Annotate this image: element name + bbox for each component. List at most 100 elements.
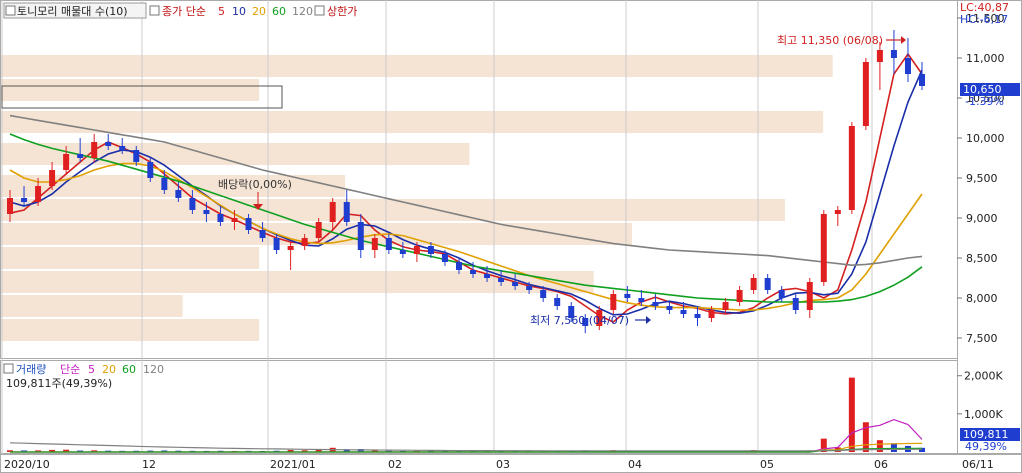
price-tick-label: 9,000 bbox=[966, 212, 998, 225]
candle bbox=[133, 150, 140, 162]
dividend-label: 배당락(0,00%) bbox=[218, 178, 292, 191]
candle bbox=[610, 294, 617, 310]
candle bbox=[385, 238, 392, 250]
candle bbox=[315, 222, 322, 238]
volume-bar bbox=[890, 443, 897, 452]
volume-profile-band bbox=[1, 55, 833, 77]
price-tick-label: 11,000 bbox=[966, 52, 1005, 65]
date-tick-label: 04 bbox=[628, 458, 642, 471]
price-axis-panel bbox=[957, 0, 1022, 454]
candle bbox=[175, 190, 182, 198]
candle bbox=[512, 282, 519, 286]
candle bbox=[287, 246, 294, 250]
candle bbox=[273, 238, 280, 250]
candle bbox=[862, 62, 869, 126]
volume-legend-ma-20: 20 bbox=[102, 363, 116, 376]
price-tick-label: 10,000 bbox=[966, 132, 1005, 145]
checkbox-icon[interactable] bbox=[149, 5, 160, 16]
hc-label: HC:-6,17 bbox=[960, 13, 1008, 26]
volume-bar bbox=[848, 377, 855, 452]
candle bbox=[413, 246, 420, 254]
volume-bar bbox=[876, 440, 883, 452]
checkbox-icon[interactable] bbox=[3, 363, 14, 374]
volume-profile-band bbox=[1, 111, 824, 133]
candle bbox=[624, 294, 631, 298]
candle bbox=[652, 302, 659, 306]
date-tick-label: 02 bbox=[388, 458, 402, 471]
volume-profile-band bbox=[1, 247, 260, 269]
volume-profile-band bbox=[1, 199, 785, 221]
candle bbox=[259, 230, 266, 238]
low-label: 최저 7,560 (04/07) bbox=[530, 314, 629, 327]
volume-current: 109,811주(49,39%) bbox=[6, 377, 112, 390]
candle bbox=[498, 278, 505, 282]
candle bbox=[638, 298, 645, 302]
candle bbox=[764, 278, 771, 290]
legend-close-label: 종가 단순 bbox=[162, 5, 206, 18]
candle bbox=[161, 178, 168, 190]
candle bbox=[147, 162, 154, 178]
candle bbox=[890, 50, 897, 58]
candle bbox=[357, 222, 364, 250]
legend-ma-20: 20 bbox=[252, 5, 266, 18]
candle bbox=[904, 58, 911, 74]
candle bbox=[680, 310, 687, 314]
candle bbox=[919, 74, 925, 86]
candle bbox=[708, 310, 715, 318]
candle bbox=[778, 290, 785, 298]
legend-ma-5: 5 bbox=[218, 5, 225, 18]
candle bbox=[343, 202, 350, 222]
candle bbox=[77, 154, 84, 158]
high-label: 최고 11,350 (06/08) bbox=[777, 34, 883, 47]
candle bbox=[834, 210, 841, 214]
checkbox-icon[interactable] bbox=[5, 5, 16, 16]
legend-indicator-name: 토니모리 매물대 수(10) bbox=[17, 5, 128, 18]
candle bbox=[792, 298, 799, 310]
legend-ma-10: 10 bbox=[232, 5, 246, 18]
candle bbox=[736, 290, 743, 302]
date-tick-label: 12 bbox=[142, 458, 156, 471]
candle bbox=[105, 142, 112, 146]
candle bbox=[371, 238, 378, 250]
candle bbox=[245, 218, 252, 230]
date-tick-label: 03 bbox=[496, 458, 510, 471]
candle bbox=[470, 270, 477, 274]
candle bbox=[722, 302, 729, 310]
candle bbox=[441, 254, 448, 262]
candle bbox=[806, 282, 813, 310]
candle bbox=[91, 142, 98, 158]
candle bbox=[329, 202, 336, 222]
date-tick-label: 06 bbox=[874, 458, 888, 471]
candle bbox=[427, 246, 434, 254]
candle bbox=[455, 262, 462, 270]
candle bbox=[399, 250, 406, 254]
volume-profile-band bbox=[1, 319, 260, 341]
date-tick-label: 06/11 bbox=[962, 458, 994, 471]
volume-profile-band bbox=[1, 79, 260, 101]
stock-chart[interactable]: 7,5008,0008,5009,0009,50010,00010,50011,… bbox=[0, 0, 1022, 473]
volume-tick-label: 2,000K bbox=[964, 370, 1003, 383]
candle bbox=[750, 278, 757, 290]
candle bbox=[484, 274, 491, 278]
volume-profile-band bbox=[1, 295, 183, 317]
price-tick-label: 8,000 bbox=[966, 292, 998, 305]
candle bbox=[301, 238, 308, 246]
price-tick-label: 9,500 bbox=[966, 172, 998, 185]
candle bbox=[694, 314, 701, 318]
legend-limit-up: 상한가 bbox=[327, 5, 357, 18]
candle bbox=[119, 146, 126, 150]
candle bbox=[189, 198, 196, 210]
date-tick-label: 2021/01 bbox=[270, 458, 316, 471]
volume-legend-ma-120: 120 bbox=[143, 363, 164, 376]
candle bbox=[554, 298, 561, 306]
candle bbox=[49, 170, 56, 186]
candle bbox=[876, 50, 883, 62]
legend-ma-120: 120 bbox=[292, 5, 313, 18]
price-tick-label: 7,500 bbox=[966, 332, 998, 345]
legend-ma-60: 60 bbox=[272, 5, 286, 18]
volume-ratio: 49,39% bbox=[965, 440, 1007, 453]
checkbox-icon[interactable] bbox=[314, 5, 325, 16]
volume-legend-title: 거래량 bbox=[16, 363, 46, 376]
candle bbox=[217, 214, 224, 222]
volume-legend-ma-5: 5 bbox=[88, 363, 95, 376]
